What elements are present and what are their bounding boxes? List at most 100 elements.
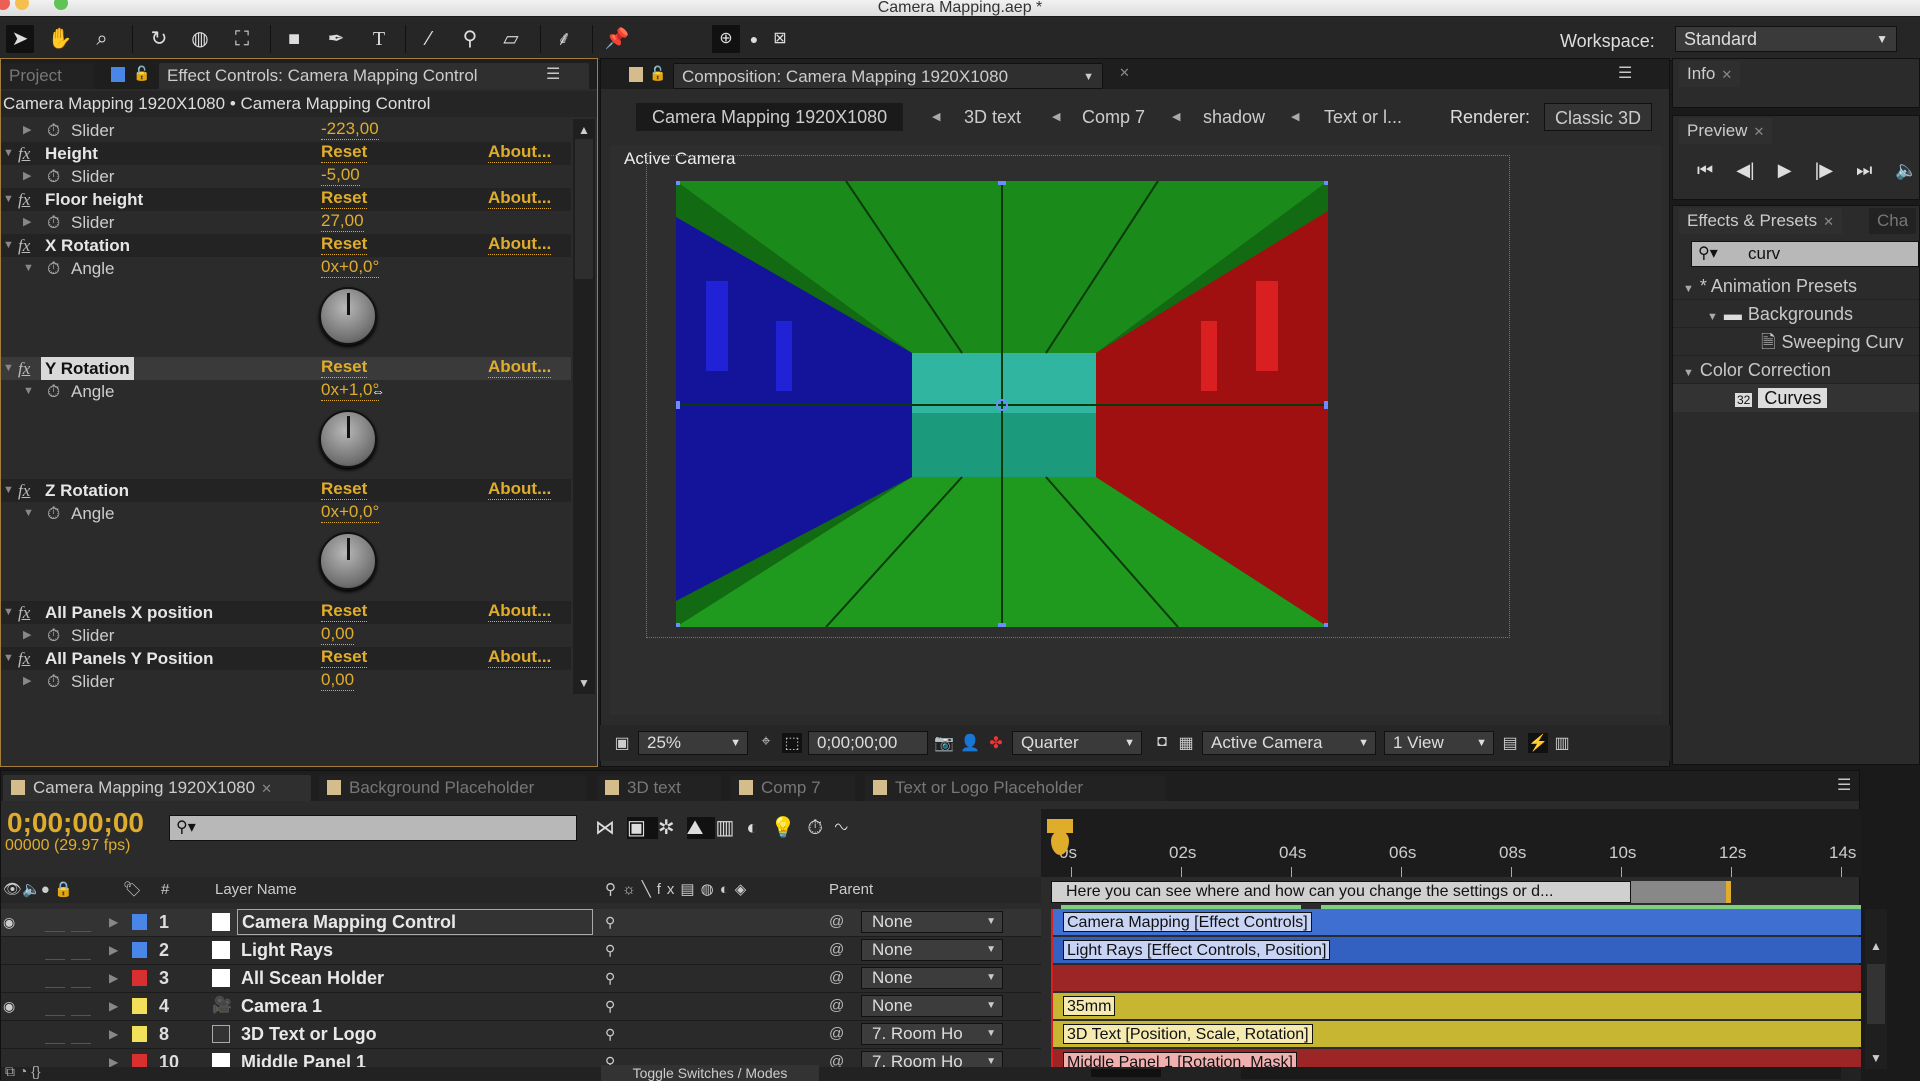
collapse-triangle-icon[interactable]: ▼	[3, 479, 14, 502]
composition-viewer[interactable]: Active Camera	[610, 145, 1662, 715]
visibility-eye-icon[interactable]: ◉	[3, 993, 15, 1019]
about-link[interactable]: About...	[488, 357, 552, 378]
reset-link[interactable]: Reset	[321, 142, 368, 163]
layer-name[interactable]: Light Rays	[241, 937, 333, 963]
collapse-triangle-icon[interactable]: ▼	[23, 502, 34, 525]
expand-triangle-icon[interactable]: ▶	[109, 909, 118, 935]
close-tab-icon[interactable]: ✕	[1119, 65, 1130, 81]
reset-link[interactable]: Reset	[321, 647, 368, 668]
timeline-footer-icons[interactable]: ⧉ ◔ {}	[5, 1063, 41, 1080]
close-tab-icon[interactable]: ✕	[261, 781, 272, 796]
shy-switch-icon[interactable]: ⚲	[605, 937, 615, 963]
panel-menu-icon[interactable]: ☰	[1837, 775, 1851, 795]
close-tab-icon[interactable]: ✕	[1753, 124, 1764, 139]
about-link[interactable]: About...	[488, 142, 552, 163]
param-value[interactable]: -5,00	[321, 165, 360, 186]
tab-timeline-comp-7[interactable]: Comp 7	[731, 775, 855, 801]
solo-toggle[interactable]	[45, 1024, 65, 1044]
breadcrumb-item[interactable]: shadow	[1203, 103, 1265, 131]
panel-menu-icon[interactable]: ☰	[1618, 63, 1632, 83]
comment-marker[interactable]: Here you can see where and how can you c…	[1051, 881, 1631, 903]
pick-whip-icon[interactable]: @	[829, 993, 844, 1019]
about-link[interactable]: About...	[488, 479, 552, 500]
parent-select[interactable]: None	[861, 967, 1003, 989]
view-layout-select[interactable]: 1 View ▼	[1384, 731, 1494, 755]
tab-timeline-background-placeholder[interactable]: Background Placeholder	[319, 775, 587, 801]
about-link[interactable]: About...	[488, 234, 552, 255]
current-time-field[interactable]: 0;00;00;00	[808, 731, 928, 755]
collapse-triangle-icon[interactable]: ▼	[3, 601, 14, 624]
fx-icon[interactable]: fx	[18, 234, 30, 257]
effect-controls-scrollbar[interactable]: ▲ ▼	[573, 119, 595, 694]
collapse-triangle-icon[interactable]: ▼	[3, 142, 14, 165]
shy-switch-icon[interactable]: ⚲	[605, 909, 615, 935]
scroll-down-icon[interactable]: ▼	[1865, 1051, 1887, 1065]
breadcrumb-item[interactable]: Camera Mapping 1920X1080	[636, 103, 904, 131]
close-window-button[interactable]	[0, 0, 10, 10]
tab-timeline-text-or-logo[interactable]: Text or Logo Placeholder	[865, 775, 1165, 801]
stopwatch-icon[interactable]: ⏱	[47, 119, 60, 142]
tree-item-selected[interactable]: 32 Curves	[1673, 384, 1919, 412]
angle-dial[interactable]	[319, 410, 377, 468]
solo-toggle[interactable]	[45, 912, 65, 932]
lock-toggle[interactable]	[71, 996, 91, 1016]
draft-3d-icon[interactable]: ✲	[658, 817, 687, 839]
layer-row[interactable]: ◉ ▶ 4 🎥 Camera 1 ⚲ @ None 35mm	[1, 993, 1861, 1021]
tab-timeline-3d-text[interactable]: 3D text	[597, 775, 721, 801]
hand-tool-icon[interactable]: ✋	[46, 25, 74, 53]
zoom-select[interactable]: 25% ▼	[638, 731, 748, 755]
lock-toggle[interactable]	[71, 912, 91, 932]
label-color[interactable]	[132, 914, 147, 930]
scroll-up-icon[interactable]: ▲	[1865, 939, 1887, 953]
clone-stamp-tool-icon[interactable]: ⚲	[456, 25, 484, 53]
solo-toggle[interactable]	[45, 996, 65, 1016]
zoom-window-button[interactable]	[54, 0, 68, 10]
type-tool-icon[interactable]: T	[365, 25, 393, 53]
collapse-triangle-icon[interactable]: ▼	[1683, 367, 1694, 379]
collapse-triangle-icon[interactable]: ▼	[3, 234, 14, 257]
param-value[interactable]: 0,00	[321, 670, 355, 691]
tab-character[interactable]: Cha	[1869, 208, 1917, 234]
close-tab-icon[interactable]: ✕	[1823, 214, 1834, 229]
expand-triangle-icon[interactable]: ▶	[23, 211, 31, 234]
view-axis-mode-icon[interactable]: ⊠	[766, 25, 794, 53]
shy-switch-icon[interactable]: ⚲	[605, 993, 615, 1019]
stopwatch-icon[interactable]: ⏱	[47, 502, 60, 525]
stopwatch-icon[interactable]: ⏱	[47, 211, 60, 234]
param-value[interactable]: 0x+0,0°	[321, 502, 380, 523]
checkerboard-icon[interactable]: ▦	[1176, 733, 1196, 753]
reset-link[interactable]: Reset	[321, 357, 368, 378]
tab-effects-presets[interactable]: Effects & Presets ✕	[1679, 208, 1842, 234]
layer-duration-bar[interactable]: 35mm	[1051, 993, 1861, 1019]
param-value[interactable]: -223,00	[321, 119, 379, 140]
reset-link[interactable]: Reset	[321, 479, 368, 500]
about-link[interactable]: About...	[488, 647, 552, 668]
rectangle-tool-icon[interactable]: ■	[280, 25, 308, 53]
show-snapshot-icon[interactable]: 👤	[960, 733, 980, 753]
effects-search-input[interactable]: ⚲▾ curv	[1691, 241, 1919, 267]
pick-whip-icon[interactable]: @	[829, 965, 844, 991]
close-tab-icon[interactable]: ✕	[1721, 67, 1732, 82]
previous-frame-icon[interactable]: ◀|	[1736, 160, 1755, 180]
breadcrumb-item[interactable]: 3D text	[964, 103, 1021, 131]
about-link[interactable]: About...	[488, 601, 552, 622]
minimize-window-button[interactable]	[15, 0, 29, 10]
layer-duration-bar[interactable]	[1051, 965, 1861, 991]
tab-preview[interactable]: Preview ✕	[1679, 118, 1773, 144]
flowchart-icon[interactable]: ▥	[1552, 733, 1572, 753]
fast-draft-icon[interactable]: ⚡	[1528, 733, 1548, 753]
collapse-triangle-icon[interactable]: ▼	[3, 647, 14, 670]
local-axis-mode-icon[interactable]: ⊕	[712, 25, 740, 53]
renderer-button[interactable]: Classic 3D	[1544, 103, 1653, 131]
stopwatch-icon[interactable]: ⏱	[47, 380, 60, 403]
label-color[interactable]	[132, 942, 147, 958]
stopwatch-icon[interactable]: ⏱	[47, 624, 60, 647]
first-frame-icon[interactable]: ⏮	[1697, 160, 1713, 180]
timeline-scrollbar[interactable]: ▲ ▼	[1865, 909, 1887, 1069]
parent-select[interactable]: 7. Room Ho	[861, 1023, 1003, 1045]
horizontal-scrollbar[interactable]	[1241, 1067, 1841, 1079]
breadcrumb-item[interactable]: Text or l...	[1324, 103, 1402, 131]
breadcrumb-item[interactable]: Comp 7	[1082, 103, 1145, 131]
param-value[interactable]: 27,00	[321, 211, 364, 232]
collapse-triangle-icon[interactable]: ▼	[23, 380, 34, 403]
